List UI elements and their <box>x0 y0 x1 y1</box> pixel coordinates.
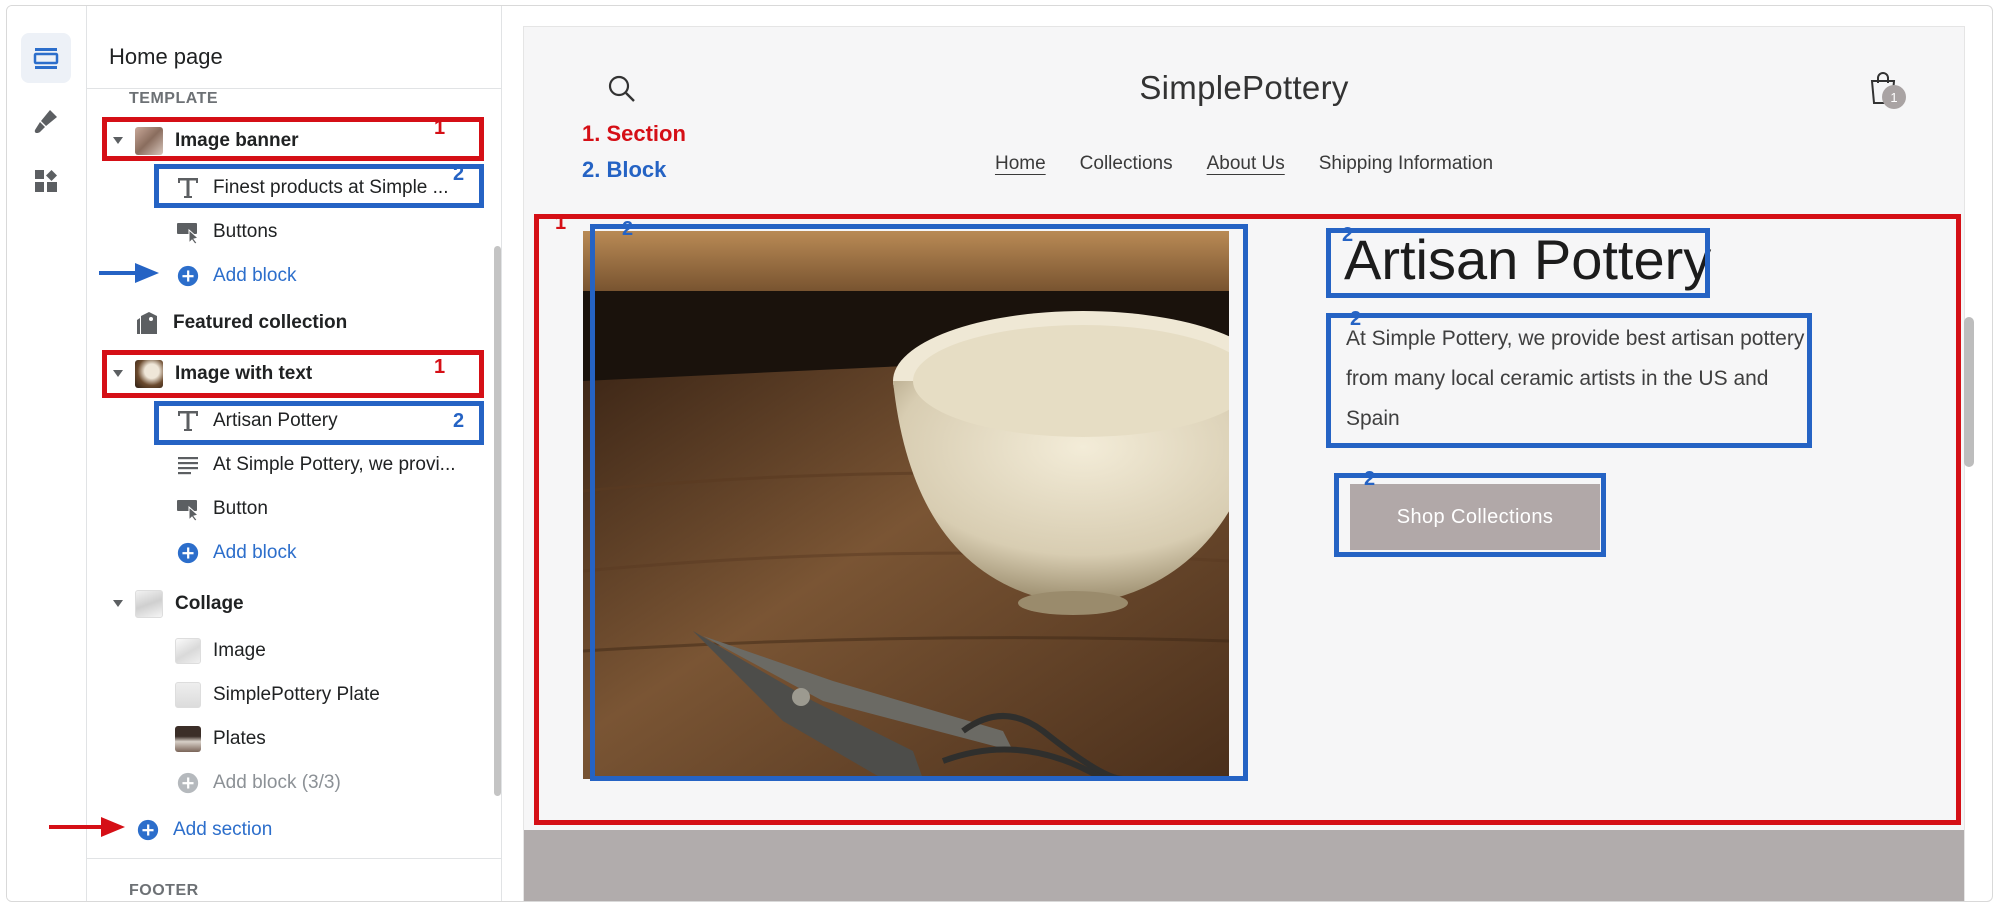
block-label: Buttons <box>213 221 278 242</box>
plus-circle-icon <box>175 540 201 566</box>
add-block-disabled: Add block (3/3) <box>175 765 341 801</box>
theme-settings-icon[interactable] <box>21 96 71 146</box>
block-label: Plates <box>213 728 266 749</box>
plus-circle-icon <box>135 817 161 843</box>
block-image[interactable]: Image <box>175 633 266 669</box>
block-plates[interactable]: Plates <box>175 721 266 757</box>
section-label: Collage <box>175 593 244 614</box>
preview-scrollbar[interactable] <box>1964 317 1974 467</box>
button-icon <box>175 219 201 245</box>
button-icon <box>175 496 201 522</box>
annotation-number: 1 <box>434 356 446 378</box>
annotation-block-box <box>1326 228 1710 298</box>
main-nav: Home Collections About Us Shipping Infor… <box>524 153 1964 175</box>
cart-count-badge: 1 <box>1882 85 1906 109</box>
annotation-block-box <box>590 224 1248 781</box>
annotation-block-box <box>154 401 484 445</box>
nav-collections[interactable]: Collections <box>1080 153 1173 175</box>
next-section-preview <box>524 830 1964 901</box>
app-blocks-icon[interactable] <box>21 156 71 206</box>
annotation-number: 2 <box>1342 224 1354 246</box>
add-block-label: Add block <box>213 265 297 286</box>
template-label: TEMPLATE <box>129 90 219 107</box>
legend-section: 1. Section <box>582 121 686 146</box>
add-block-button[interactable]: Add block <box>175 258 296 294</box>
store-name[interactable]: SimplePottery <box>524 69 1964 107</box>
arrow-right-icon <box>99 263 159 283</box>
annotation-section-box <box>102 350 484 398</box>
annotation-block-box <box>1326 313 1812 448</box>
icon-rail <box>7 6 87 901</box>
annotation-number: 2 <box>453 163 465 185</box>
sections-icon[interactable] <box>21 33 71 83</box>
caret-down-icon[interactable] <box>113 600 123 608</box>
annotation-number: 1 <box>555 212 567 234</box>
nav-about-us[interactable]: About Us <box>1207 153 1285 175</box>
annotation-number: 2 <box>1350 308 1362 330</box>
block-buttons[interactable]: Buttons <box>175 214 277 250</box>
image-thumbnail-icon <box>175 638 201 664</box>
sidebar-scrollbar[interactable] <box>494 246 501 796</box>
section-featured-collection[interactable]: Featured collection <box>135 305 347 341</box>
page-title: Home page <box>109 44 223 69</box>
add-block-label: Add block <box>213 542 297 563</box>
block-label: Button <box>213 498 268 519</box>
block-button[interactable]: Button <box>175 491 268 527</box>
editor-window: Home page TEMPLATE Image banner Finest p… <box>6 5 1993 902</box>
add-section-label: Add section <box>173 819 273 840</box>
collage-thumbnail-icon <box>135 590 163 618</box>
plus-circle-icon <box>175 770 201 796</box>
add-block-label: Add block (3/3) <box>213 772 341 793</box>
annotation-block-box <box>154 164 484 208</box>
annotation-number: 1 <box>434 117 446 139</box>
add-block-button[interactable]: Add block <box>175 535 296 571</box>
plates-thumbnail-icon <box>175 726 201 752</box>
nav-shipping-information[interactable]: Shipping Information <box>1319 153 1493 175</box>
footer-label: FOOTER <box>129 882 199 899</box>
collection-tag-icon <box>135 310 161 336</box>
add-section-button[interactable]: Add section <box>135 812 272 848</box>
annotation-number: 2 <box>453 410 465 432</box>
plus-circle-icon <box>175 263 201 289</box>
section-collage[interactable]: Collage <box>113 586 244 622</box>
block-label: SimplePottery Plate <box>213 684 380 705</box>
paragraph-icon <box>175 452 201 478</box>
block-paragraph[interactable]: At Simple Pottery, we provi... <box>175 447 456 483</box>
block-label: At Simple Pottery, we provi... <box>213 454 456 475</box>
annotation-number: 2 <box>622 218 634 240</box>
block-simplepottery-plate[interactable]: SimplePottery Plate <box>175 677 380 713</box>
annotation-number: 2 <box>1364 468 1376 490</box>
nav-home[interactable]: Home <box>995 153 1046 175</box>
cart-icon[interactable]: 1 <box>1866 69 1910 113</box>
divider <box>87 858 502 859</box>
annotation-section-box <box>102 117 484 161</box>
section-label: Featured collection <box>173 312 348 333</box>
divider <box>87 88 502 89</box>
block-label: Image <box>213 640 266 661</box>
arrow-right-icon <box>49 817 125 837</box>
plate-thumbnail-icon <box>175 682 201 708</box>
